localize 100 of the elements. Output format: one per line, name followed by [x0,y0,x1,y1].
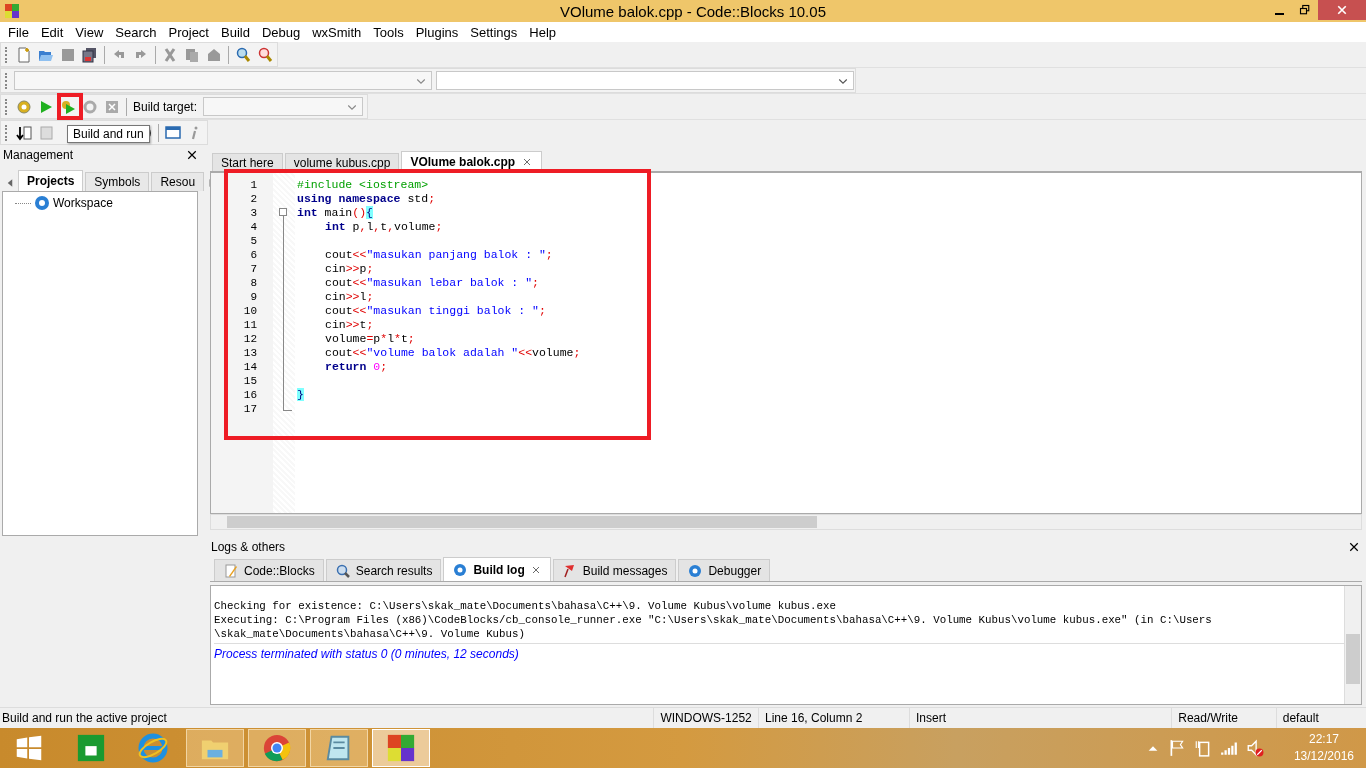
line-number: 17 [242,402,258,416]
codeblocks-taskbar-button[interactable] [372,729,430,767]
menu-item[interactable]: Edit [34,24,70,40]
editor-tab[interactable]: VOlume balok.cpp [401,151,543,171]
panel-tab[interactable]: Projects [18,170,84,191]
code-line: int p,l,t,volume; [325,220,443,233]
panel-title: Logs & others [211,539,286,554]
log-tab[interactable]: Code::Blocks [214,559,324,581]
line-number: 16 [242,388,258,402]
round-browser-icon [262,733,292,763]
menu-item[interactable]: Search [109,24,163,40]
code-line: cout<<"masukan panjang balok : "; [325,248,553,261]
code-line: using namespace std; [297,192,436,205]
minimize-icon [1274,13,1284,15]
build-target-dropdown[interactable] [203,97,364,116]
menu-item[interactable]: Build [215,24,256,40]
panel-tab[interactable]: Symbols [85,172,150,191]
code-line: cin>>t; [325,318,374,331]
menu-item[interactable]: Plugins [409,24,465,40]
close-icon [1336,4,1348,16]
abort-icon[interactable] [104,98,120,115]
pencil-icon [223,562,239,579]
folder-taskbar-button[interactable] [186,729,244,767]
menu-item[interactable]: Settings [464,24,524,40]
line-number: 6 [249,248,258,262]
code-editor[interactable] [210,172,1362,514]
menu-item[interactable]: View [69,24,110,40]
line-number: 11 [242,318,258,332]
workspace-icon [34,195,50,211]
search-icon [334,562,351,579]
copy-icon[interactable] [184,46,200,63]
log-line: Process terminated with status 0 (0 minutes, 12 seconds) [214,643,1344,664]
code-line: cin>>p; [325,262,374,275]
battery-icon[interactable] [1193,739,1212,757]
close-icon [186,148,198,161]
close-button[interactable] [186,148,198,161]
gear-icon [452,561,469,578]
log-line: Executing: C:\Program Files (x86)\CodeBlocks/cb_console_runner.exe "C:\Users\skak_mate\Documents\bahasa\C++\9. Volume Kubus\volume kubus.exe" (in C:\Users [214,613,1213,627]
highlight-frame [57,93,83,120]
line-number: 9 [249,290,258,304]
line-number: 7 [249,262,258,276]
log-tab[interactable]: Debugger [678,559,771,581]
line-number: 8 [249,276,258,290]
menu-item[interactable]: Help [523,24,563,40]
log-line: Checking for existence: C:\Users\skak_mate\Documents\bahasa\C++\9. Volume Kubus\volume kubus.exe [214,599,837,613]
code-line: #include <iostream> [297,178,429,191]
panel-tab[interactable]: Resou [151,172,205,191]
tooltip: Build and run [67,125,150,143]
scrollbar-thumb[interactable] [227,516,817,528]
code-line: int main(){ [297,206,373,219]
window-icon[interactable] [165,124,181,141]
new-file-icon[interactable] [16,46,32,63]
window-title: VOlume balok.cpp - Code::Blocks 10.05 [560,2,826,20]
menu-item[interactable]: Tools [367,24,410,40]
line-number: 12 [242,332,258,346]
restore-icon [1299,4,1311,16]
volume-muted-icon[interactable] [1245,739,1264,757]
line-number: 10 [242,304,258,318]
close-icon [1348,540,1360,553]
code-line: cout<<"masukan lebar balok : "; [325,276,539,289]
scope-dropdown[interactable] [14,71,432,90]
app-logo-icon [4,3,20,19]
status-text: Build and run the active project [1,710,168,727]
close-button[interactable] [1348,540,1360,553]
log-line: \skak_mate\Documents\bahasa\C++\9. Volume Kubus) [214,627,526,641]
menu-item[interactable]: File [2,24,35,40]
save-all-icon[interactable] [82,46,98,63]
gear-icon[interactable] [16,98,32,115]
line-number: 15 [242,374,258,388]
log-tab[interactable]: Build log [443,557,551,581]
line-number: 5 [249,234,258,248]
editor-tab[interactable]: Start here [212,153,283,171]
line-number: 4 [249,220,258,234]
chrome-taskbar-button[interactable] [248,729,306,767]
menu-item[interactable]: wxSmith [306,24,368,40]
search-icon[interactable] [235,46,251,63]
menu-item[interactable]: Debug [255,24,307,40]
line-number: 2 [249,192,258,206]
gear-icon [687,562,704,579]
panel-title: Management [3,147,74,162]
cut-icon[interactable] [162,46,178,63]
function-dropdown[interactable] [436,71,854,90]
line-number: 14 [242,360,258,374]
replace-icon[interactable] [257,46,273,63]
menu-item[interactable]: Project [162,24,215,40]
scrollbar-thumb[interactable] [1346,634,1360,684]
log-tab[interactable]: Build messages [552,559,677,581]
windows-logo-icon [15,734,43,762]
log-tab[interactable]: Search results [325,559,442,581]
build-and-run-icon[interactable] [60,98,76,115]
run-to-cursor-icon[interactable] [16,124,32,141]
code-line: volume=p*l*t; [325,332,415,345]
build-target-label: Build target: [133,99,198,114]
code-line: cout<<"volume balok adalah "<<volume; [325,346,581,359]
signal-icon[interactable] [1219,739,1238,757]
fold-toggle[interactable] [279,208,287,216]
run-icon[interactable] [38,98,54,115]
store-icon [76,733,106,763]
app-logo-icon [386,733,416,763]
tree-item[interactable]: Workspace [53,196,113,210]
